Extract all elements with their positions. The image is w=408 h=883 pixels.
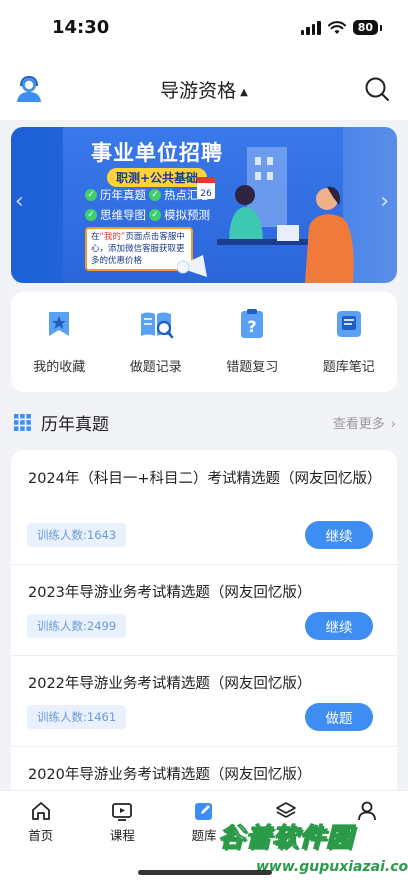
quick-actions: 我的收藏 做题记录 ? 错题复习 题库笔记 xyxy=(11,292,397,392)
quick-action-label: 我的收藏 xyxy=(33,360,86,375)
view-more-link[interactable]: 查看更多 › xyxy=(333,413,396,432)
status-bar: 14:30 80 xyxy=(0,0,408,56)
quick-action-wrong-review[interactable]: ? 错题复习 xyxy=(204,292,301,392)
banner-feature: ✓ 历年真题 xyxy=(85,187,146,203)
wifi-icon xyxy=(327,20,346,34)
exam-title: 2024年（科目一+科目二）考试精选题（网友回忆版） xyxy=(28,471,382,487)
status-time: 14:30 xyxy=(52,17,110,38)
calendar-day: 26 xyxy=(200,189,212,199)
chevron-right-icon: › xyxy=(390,417,396,432)
training-count-badge: 训练人数:2499 xyxy=(27,614,127,638)
watermark-logo-text: 谷普软件园 xyxy=(217,823,354,854)
search-icon[interactable] xyxy=(364,76,390,102)
svg-text:?: ? xyxy=(248,317,257,336)
exam-item[interactable]: 2020年导游业务考试精选题（网友回忆版） xyxy=(11,747,397,790)
exam-list: 2024年（科目一+科目二）考试精选题（网友回忆版） 训练人数:1643 继续 … xyxy=(11,450,397,790)
tab-label: 题库 xyxy=(191,828,217,843)
subject-title: 导游资格 xyxy=(160,80,237,102)
banner-feature: ✓ 思维导图 xyxy=(85,207,146,223)
exam-title: 2022年导游业务考试精选题（网友回忆版） xyxy=(28,676,312,692)
edit-icon xyxy=(194,803,212,820)
quick-action-notes[interactable]: 题库笔记 xyxy=(301,292,398,392)
quick-action-favorites[interactable]: 我的收藏 xyxy=(11,292,108,392)
continue-button[interactable]: 继续 xyxy=(305,521,373,549)
cellular-signal-icon xyxy=(300,20,321,35)
banner-prev-icon[interactable]: ‹ xyxy=(15,189,24,214)
home-icon xyxy=(31,802,50,820)
start-practice-button[interactable]: 做题 xyxy=(305,703,373,731)
continue-button[interactable]: 继续 xyxy=(305,612,373,640)
exam-item[interactable]: 2024年（科目一+科目二）考试精选题（网友回忆版） 训练人数:1643 继续 xyxy=(11,450,397,565)
training-count-badge: 训练人数:1461 xyxy=(27,705,127,729)
subject-selector[interactable]: 导游资格 ▲ xyxy=(0,76,408,103)
home-indicator xyxy=(138,870,272,875)
play-icon xyxy=(112,803,133,821)
check-icon: ✓ xyxy=(149,189,161,201)
status-icons: 80 xyxy=(300,20,383,35)
exam-item[interactable]: 2023年导游业务考试精选题（网友回忆版） 训练人数:2499 继续 xyxy=(11,565,397,656)
question-clipboard-icon: ? xyxy=(241,309,264,338)
tab-label: 首页 xyxy=(28,828,54,843)
check-icon: ✓ xyxy=(85,189,97,201)
favorites-icon xyxy=(49,312,70,336)
exam-title: 2020年导游业务考试精选题（网友回忆版） xyxy=(28,767,312,783)
section-title: 历年真题 xyxy=(41,415,109,435)
watermark-url: www.gupuxiazai.com xyxy=(256,859,408,875)
training-count-badge: 训练人数:1643 xyxy=(27,523,127,547)
grid-icon xyxy=(14,414,31,431)
top-header: 导游资格 ▲ xyxy=(0,56,408,120)
record-book-icon xyxy=(140,312,174,339)
check-icon: ✓ xyxy=(85,209,97,221)
quick-action-label: 题库笔记 xyxy=(322,360,375,375)
dropdown-triangle-icon: ▲ xyxy=(240,87,248,98)
tab-label: 课程 xyxy=(109,828,135,843)
banner-illustration: 26 xyxy=(177,147,354,283)
note-icon xyxy=(336,311,361,337)
check-icon: ✓ xyxy=(149,209,161,221)
quick-action-label: 错题复习 xyxy=(226,360,279,375)
past-exams-header: 历年真题 查看更多 › xyxy=(14,410,396,435)
quick-action-label: 做题记录 xyxy=(129,360,182,375)
quick-action-records[interactable]: 做题记录 xyxy=(108,292,205,392)
tab-home[interactable]: 首页 xyxy=(0,791,82,883)
promo-banner[interactable]: ‹ › 事业单位招聘 职测+公共基础 ✓ 历年真题 ✓ 热点汇总 ✓ 思维导图 ✓ 模拟… xyxy=(11,127,397,283)
exam-item[interactable]: 2022年导游业务考试精选题（网友回忆版） 训练人数:1461 做题 xyxy=(11,656,397,747)
exam-title: 2023年导游业务考试精选题（网友回忆版） xyxy=(28,585,312,601)
battery-indicator: 80 xyxy=(352,20,383,35)
